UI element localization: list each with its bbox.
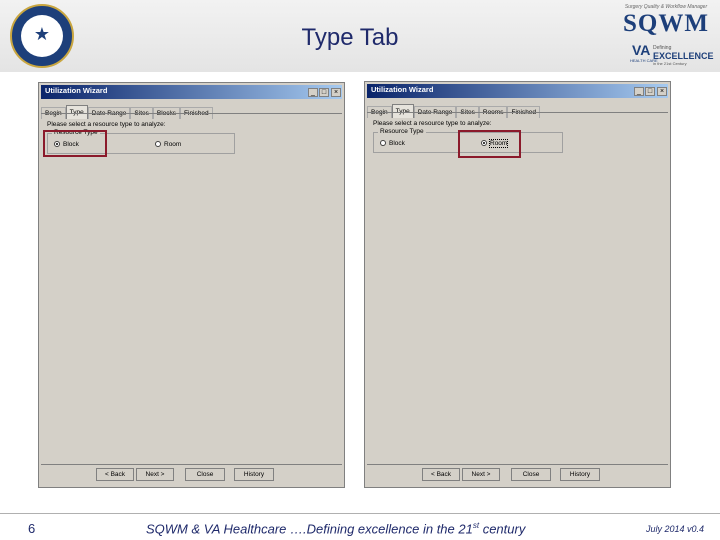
sqwm-logo: Surgery Quality & Workflow Manager SQWM … <box>618 2 714 68</box>
right-history-button[interactable]: History <box>560 468 600 481</box>
right-radio-block-indicator[interactable] <box>380 140 386 147</box>
right-close-icon[interactable]: × <box>657 87 667 96</box>
right-prompt: Please select a resource type to analyze… <box>373 120 492 127</box>
footer-version: July 2014 v0.4 <box>646 524 705 534</box>
right-window-title: Utilization Wizard <box>371 85 434 94</box>
footer-main: SQWM & VA Healthcare ….Defining excellen… <box>146 521 473 537</box>
left-button-row: < Back Next > Close History <box>39 468 344 481</box>
left-prompt: Please select a resource type to analyze… <box>47 121 166 128</box>
left-utilization-wizard-window: Utilization Wizard _ □ × Begin Type Date R… <box>38 82 345 488</box>
left-titlebar[interactable]: Utilization Wizard _ □ × <box>41 85 342 99</box>
right-bottom-separator <box>367 464 668 465</box>
right-maximize-button[interactable]: □ <box>645 87 655 96</box>
right-back-button[interactable]: < Back <box>422 468 460 481</box>
slide-title: Type Tab <box>301 24 399 51</box>
logo-name: SQWM <box>623 10 709 37</box>
left-close-button[interactable]: Close <box>185 468 225 481</box>
left-radio-room[interactable]: Room <box>155 141 181 148</box>
left-back-button[interactable]: < Back <box>96 468 134 481</box>
left-tab-panel-border <box>41 113 342 114</box>
right-close-button[interactable]: Close <box>511 468 551 481</box>
left-radio-room-label: Room <box>164 141 182 148</box>
logo-century: in the 21st Century <box>653 61 687 66</box>
left-content-area <box>41 157 342 463</box>
page-number: 6 <box>28 521 36 536</box>
right-radio-block[interactable]: Block <box>380 140 405 147</box>
right-titlebar[interactable]: Utilization Wizard _ □ × <box>367 84 668 98</box>
left-maximize-button[interactable]: □ <box>319 88 329 97</box>
right-minimize-button[interactable]: _ <box>634 87 644 96</box>
left-minimize-button[interactable]: _ <box>308 88 318 97</box>
left-tab-type[interactable]: Type <box>65 105 88 119</box>
left-window-title: Utilization Wizard <box>45 86 108 95</box>
right-tab-strip: Begin Type Date Range Sites Rooms Finished <box>367 100 541 118</box>
left-highlight-box <box>43 130 107 157</box>
footer-text: SQWM & VA Healthcare ….Defining excellen… <box>146 521 525 536</box>
left-tab-strip: Begin Type Date Range Sites Blocks Finished <box>41 101 213 119</box>
logo-va: VA <box>632 42 651 58</box>
right-button-row: < Back Next > Close History <box>365 468 670 481</box>
left-close-icon[interactable]: × <box>331 88 341 97</box>
right-radio-block-label: Block <box>389 140 405 147</box>
footer-tail: century <box>479 521 526 537</box>
logo-excellence: EXCELLENCE <box>653 51 714 61</box>
right-tab-type[interactable]: Type <box>391 104 414 118</box>
right-group-label: Resource Type <box>378 128 426 136</box>
left-history-button[interactable]: History <box>234 468 274 481</box>
right-highlight-box <box>458 130 521 158</box>
left-bottom-separator <box>41 464 342 465</box>
right-utilization-wizard-window: Utilization Wizard _ □ × Begin Type Date R… <box>364 81 671 488</box>
right-next-button[interactable]: Next > <box>462 468 500 481</box>
left-next-button[interactable]: Next > <box>136 468 174 481</box>
left-radio-room-indicator[interactable] <box>155 141 161 148</box>
footer-divider <box>0 513 720 514</box>
right-tab-panel-border <box>367 112 668 113</box>
right-content-area <box>367 156 668 463</box>
